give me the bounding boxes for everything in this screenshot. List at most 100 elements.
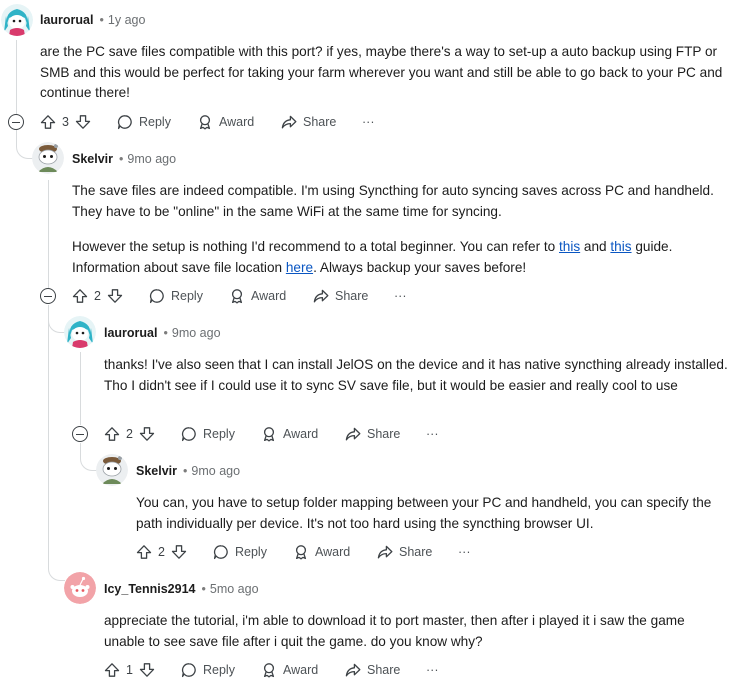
timestamp[interactable]: 9mo ago — [127, 152, 176, 166]
avatar[interactable] — [64, 316, 96, 348]
comment-bubble-icon — [117, 115, 132, 130]
timestamp[interactable]: 9mo ago — [191, 464, 240, 478]
thread-line-level-2 — [80, 352, 81, 425]
collapse-thread-button[interactable] — [8, 114, 24, 130]
award-label: Award — [283, 427, 319, 441]
thread-branch-2 — [48, 305, 65, 333]
reply-button[interactable]: Reply — [149, 286, 203, 306]
downvote-icon[interactable] — [107, 288, 123, 304]
share-button[interactable]: Share — [345, 424, 400, 444]
more-options-button[interactable]: ··· — [426, 424, 439, 444]
downvote-icon[interactable] — [139, 662, 155, 678]
comment-body: are the PC save files compatible with th… — [40, 42, 726, 104]
more-dots-icon: ··· — [426, 663, 439, 677]
upvote-icon[interactable] — [104, 426, 120, 442]
downvote-icon[interactable] — [171, 544, 187, 560]
award-label: Award — [251, 289, 287, 303]
thread-line-level-1 — [48, 180, 49, 288]
comment-bubble-icon — [181, 663, 196, 678]
upvote-icon[interactable] — [72, 288, 88, 304]
reply-label: Reply — [235, 545, 267, 559]
vote-group: 3 — [40, 112, 91, 132]
author-link[interactable]: Skelvir — [136, 464, 177, 478]
more-options-button[interactable]: ··· — [458, 542, 471, 562]
upvote-icon[interactable] — [136, 544, 152, 560]
comment-meta: laurorual • 1y ago — [40, 12, 145, 28]
more-options-button[interactable]: ··· — [394, 286, 407, 306]
award-button[interactable]: Award — [197, 112, 254, 132]
thread-branch-1 — [16, 130, 33, 159]
comment-bubble-icon — [181, 427, 196, 442]
collapse-thread-button[interactable] — [40, 288, 56, 304]
award-button[interactable]: Award — [261, 660, 318, 680]
separator-dot: • — [201, 582, 206, 596]
author-link[interactable]: Skelvir — [72, 152, 113, 166]
avatar[interactable] — [96, 454, 128, 486]
timestamp[interactable]: 5mo ago — [210, 582, 259, 596]
comment-text: You can, you have to setup folder mappin… — [136, 495, 712, 531]
downvote-icon[interactable] — [139, 426, 155, 442]
vote-group: 2 — [104, 424, 155, 444]
text-fragment: However the setup is nothing I'd recomme… — [72, 239, 559, 254]
award-icon — [263, 427, 275, 442]
downvote-icon[interactable] — [75, 114, 91, 130]
timestamp[interactable]: 1y ago — [108, 13, 146, 27]
award-button[interactable]: Award — [293, 542, 350, 562]
more-dots-icon: ··· — [458, 545, 471, 559]
snoo-avatar-icon — [64, 316, 96, 348]
snoo-avatar-icon — [1, 4, 33, 36]
text-fragment: . Always backup your saves before! — [313, 259, 527, 275]
comment-body: The save files are indeed compatible. I'… — [72, 181, 726, 278]
timestamp[interactable]: 9mo ago — [172, 326, 221, 340]
share-label: Share — [367, 663, 401, 677]
avatar[interactable] — [32, 142, 64, 174]
comment-text: appreciate the tutorial, i'm able to dow… — [104, 613, 685, 649]
comment-bubble-icon — [213, 545, 228, 560]
reply-button[interactable]: Reply — [117, 112, 171, 132]
reply-button[interactable]: Reply — [213, 542, 267, 562]
share-arrow-icon — [281, 115, 297, 129]
comment-body: appreciate the tutorial, i'm able to dow… — [104, 611, 728, 652]
reply-label: Reply — [203, 427, 235, 441]
separator-dot: • — [99, 13, 104, 27]
guide-link-2[interactable]: this — [610, 239, 631, 254]
more-options-button[interactable]: ··· — [426, 660, 439, 680]
vote-count: 1 — [126, 663, 133, 677]
award-icon — [199, 115, 211, 130]
award-label: Award — [219, 115, 255, 129]
award-button[interactable]: Award — [229, 286, 286, 306]
award-label: Award — [283, 663, 319, 677]
thread-branch-3 — [80, 443, 97, 471]
award-icon — [263, 663, 275, 678]
share-button[interactable]: Share — [377, 542, 432, 562]
separator-dot: • — [119, 152, 124, 166]
more-options-button[interactable]: ··· — [362, 112, 375, 132]
guide-link-1[interactable]: this — [559, 239, 580, 254]
comment-meta: Skelvir • 9mo ago — [72, 151, 176, 167]
award-button[interactable]: Award — [261, 424, 318, 444]
save-location-link[interactable]: here — [286, 260, 313, 275]
vote-count: 2 — [126, 427, 133, 441]
upvote-icon[interactable] — [104, 662, 120, 678]
share-label: Share — [367, 427, 401, 441]
reply-label: Reply — [203, 663, 235, 677]
snoo-avatar-icon — [96, 454, 128, 486]
avatar[interactable] — [1, 4, 33, 36]
reply-button[interactable]: Reply — [181, 424, 235, 444]
award-icon — [231, 289, 243, 304]
share-arrow-icon — [377, 545, 393, 559]
collapse-thread-button[interactable] — [72, 426, 88, 442]
separator-dot: • — [163, 326, 168, 340]
share-button[interactable]: Share — [345, 660, 400, 680]
author-link[interactable]: laurorual — [40, 13, 94, 27]
upvote-icon[interactable] — [40, 114, 56, 130]
author-link[interactable]: Icy_Tennis2914 — [104, 582, 196, 596]
action-row: 2 Reply Award Share ··· — [136, 542, 726, 562]
share-button[interactable]: Share — [281, 112, 336, 132]
vote-count: 3 — [62, 115, 69, 129]
author-link[interactable]: laurorual — [104, 326, 158, 340]
text-fragment: and — [580, 239, 611, 254]
reply-button[interactable]: Reply — [181, 660, 235, 680]
avatar[interactable] — [64, 572, 96, 604]
share-button[interactable]: Share — [313, 286, 368, 306]
